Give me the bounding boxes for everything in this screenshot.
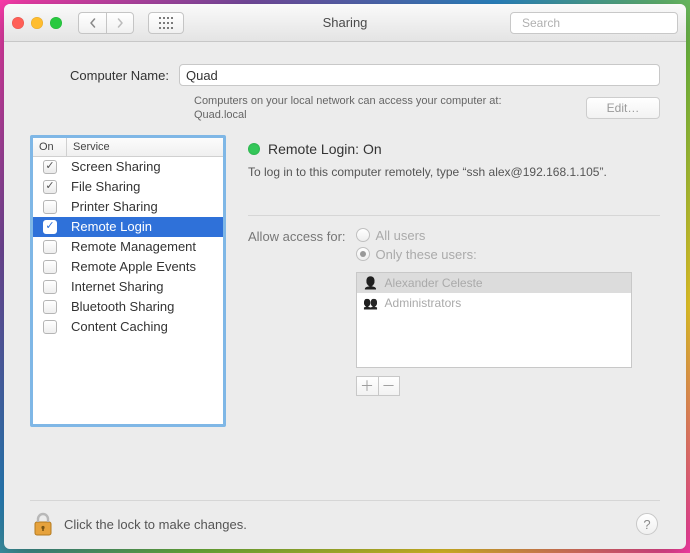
service-label: Internet Sharing <box>67 279 223 294</box>
service-row[interactable]: Remote Management <box>33 237 223 257</box>
column-service[interactable]: Service <box>67 138 223 157</box>
service-row[interactable]: File Sharing <box>33 177 223 197</box>
service-checkbox[interactable] <box>43 240 57 254</box>
content-area: Computer Name: Computers on your local n… <box>4 42 686 549</box>
service-label: Content Caching <box>67 319 223 334</box>
computer-name-row: Computer Name: <box>70 64 660 86</box>
service-checkbox[interactable] <box>43 300 57 314</box>
body-row: On Service Screen Sharing File Sharing Pri… <box>30 135 660 500</box>
lock-icon[interactable] <box>32 511 54 537</box>
service-label: Bluetooth Sharing <box>67 299 223 314</box>
service-row[interactable]: Internet Sharing <box>33 277 223 297</box>
forward-button[interactable] <box>106 12 134 34</box>
close-window-button[interactable] <box>12 17 24 29</box>
service-label: Screen Sharing <box>67 159 223 174</box>
preferences-window: Sharing Computer Name: Computers on your… <box>4 4 686 549</box>
help-button[interactable]: ? <box>636 513 658 535</box>
status-indicator-icon <box>248 143 260 155</box>
detail-divider <box>248 215 660 216</box>
service-detail: Remote Login: On To log in to this compu… <box>248 135 660 500</box>
service-list: On Service Screen Sharing File Sharing Pri… <box>30 135 226 427</box>
user-row[interactable]: 👥 Administrators <box>357 293 631 313</box>
service-label: Remote Login <box>67 219 223 234</box>
nav-group <box>78 12 134 34</box>
computer-name-label: Computer Name: <box>70 68 169 83</box>
service-row[interactable]: Content Caching <box>33 317 223 337</box>
service-row[interactable]: Remote Apple Events <box>33 257 223 277</box>
service-row[interactable]: Printer Sharing <box>33 197 223 217</box>
search-input[interactable] <box>522 16 677 30</box>
chevron-right-icon <box>115 18 125 28</box>
user-name: Alexander Celeste <box>385 276 483 290</box>
service-row[interactable]: Bluetooth Sharing <box>33 297 223 317</box>
service-label: Remote Management <box>67 239 223 254</box>
radio-icon <box>356 228 370 242</box>
show-all-button[interactable] <box>148 12 184 34</box>
service-label: Remote Apple Events <box>67 259 223 274</box>
radio-only-users[interactable]: Only these users: <box>356 247 632 262</box>
access-radios: All users Only these users: 👤 Alexander C… <box>356 228 632 396</box>
service-label: Printer Sharing <box>67 199 223 214</box>
access-row: Allow access for: All users Only these u… <box>248 228 660 396</box>
column-on[interactable]: On <box>33 138 67 157</box>
computer-name-subline1: Computers on your local network can acce… <box>194 95 502 107</box>
computer-name-subrow: Computers on your local network can acce… <box>194 94 660 123</box>
radio-all-label: All users <box>376 228 426 243</box>
zoom-window-button[interactable] <box>50 17 62 29</box>
person-icon: 👤 <box>363 276 379 290</box>
service-list-header: On Service <box>33 138 223 157</box>
chevron-left-icon <box>88 18 98 28</box>
titlebar: Sharing <box>4 4 686 42</box>
status-row: Remote Login: On <box>248 141 660 157</box>
status-text: Remote Login: On <box>268 141 382 157</box>
group-icon: 👥 <box>363 296 379 310</box>
service-list-body: Screen Sharing File Sharing Printer Sharin… <box>33 157 223 424</box>
radio-icon <box>356 247 370 261</box>
lock-text: Click the lock to make changes. <box>64 517 247 532</box>
user-name: Administrators <box>385 296 462 310</box>
radio-only-label: Only these users: <box>376 247 477 262</box>
service-checkbox[interactable] <box>43 180 57 194</box>
edit-hostname-button[interactable]: Edit… <box>586 97 660 119</box>
remove-user-button[interactable]: － <box>378 376 400 396</box>
service-row[interactable]: Remote Login <box>33 217 223 237</box>
footer: Click the lock to make changes. ? <box>30 500 660 539</box>
service-checkbox[interactable] <box>43 220 57 234</box>
computer-name-subline2: Quad.local <box>194 109 247 121</box>
login-instruction: To log in to this computer remotely, typ… <box>248 165 660 179</box>
back-button[interactable] <box>78 12 106 34</box>
service-row[interactable]: Screen Sharing <box>33 157 223 177</box>
window-controls <box>12 17 62 29</box>
user-add-remove: ＋ － <box>356 376 632 396</box>
service-checkbox[interactable] <box>43 280 57 294</box>
service-checkbox[interactable] <box>43 320 57 334</box>
minimize-window-button[interactable] <box>31 17 43 29</box>
access-label: Allow access for: <box>248 228 346 244</box>
add-user-button[interactable]: ＋ <box>356 376 378 396</box>
help-icon: ? <box>643 517 650 532</box>
service-checkbox[interactable] <box>43 260 57 274</box>
search-field[interactable] <box>510 12 678 34</box>
service-checkbox[interactable] <box>43 200 57 214</box>
radio-all-users[interactable]: All users <box>356 228 632 243</box>
service-label: File Sharing <box>67 179 223 194</box>
user-row[interactable]: 👤 Alexander Celeste <box>357 273 631 293</box>
allowed-users-list[interactable]: 👤 Alexander Celeste 👥 Administrators <box>356 272 632 368</box>
computer-name-subtext: Computers on your local network can acce… <box>194 94 502 123</box>
computer-name-input[interactable] <box>179 64 660 86</box>
grid-icon <box>159 17 173 29</box>
service-checkbox[interactable] <box>43 160 57 174</box>
